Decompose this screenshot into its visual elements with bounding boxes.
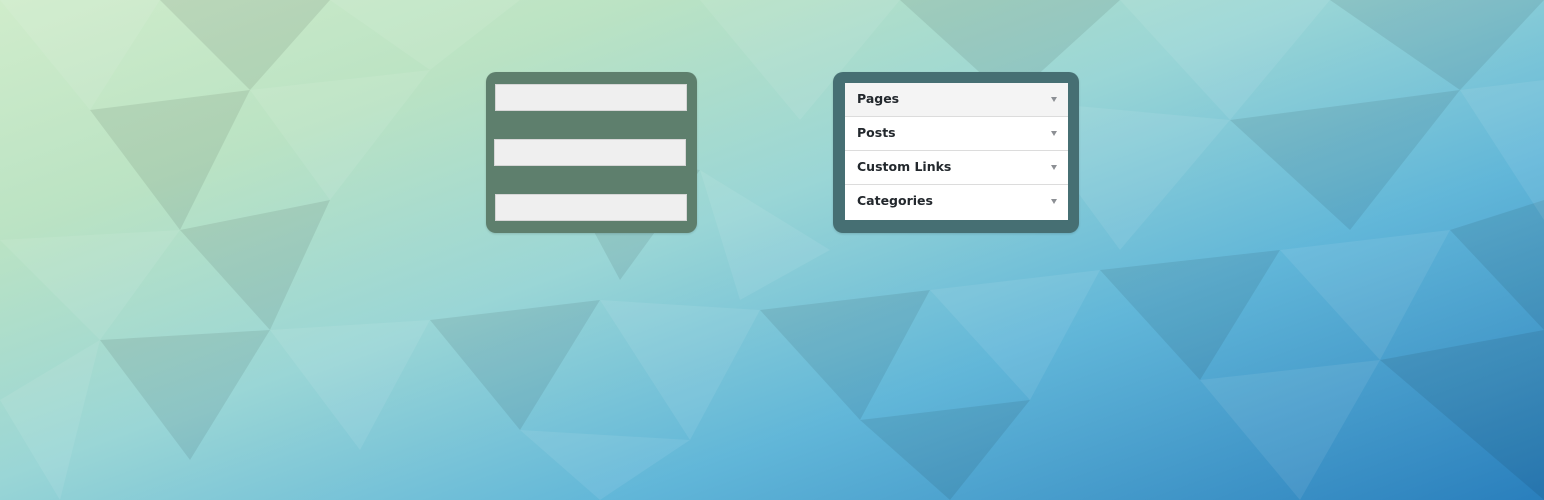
accordion-item-label: Posts xyxy=(857,125,896,140)
placeholder-bar xyxy=(495,84,687,111)
polygon-gradient-background xyxy=(0,0,1544,500)
accordion-item-pages[interactable]: Pages xyxy=(845,83,1068,117)
triangle-down-icon xyxy=(1051,131,1057,136)
accordion-item-label: Custom Links xyxy=(857,159,952,174)
placeholder-bar xyxy=(494,139,686,166)
triangle-down-icon xyxy=(1051,165,1057,170)
accordion-item-label: Categories xyxy=(857,193,933,208)
accordion-item-posts[interactable]: Posts xyxy=(845,117,1068,151)
menu-items-panel: Pages Posts Custom Links Categories xyxy=(833,72,1079,233)
accordion-item-categories[interactable]: Categories xyxy=(845,185,1068,220)
triangle-down-icon xyxy=(1051,97,1057,102)
triangle-down-icon xyxy=(1051,199,1057,204)
accordion-item-custom-links[interactable]: Custom Links xyxy=(845,151,1068,185)
accordion-item-label: Pages xyxy=(857,91,900,106)
low-poly-pattern xyxy=(0,0,1544,500)
placeholder-bar xyxy=(495,194,687,221)
field-placeholder-panel xyxy=(486,72,697,233)
menu-accordion: Pages Posts Custom Links Categories xyxy=(845,83,1068,220)
